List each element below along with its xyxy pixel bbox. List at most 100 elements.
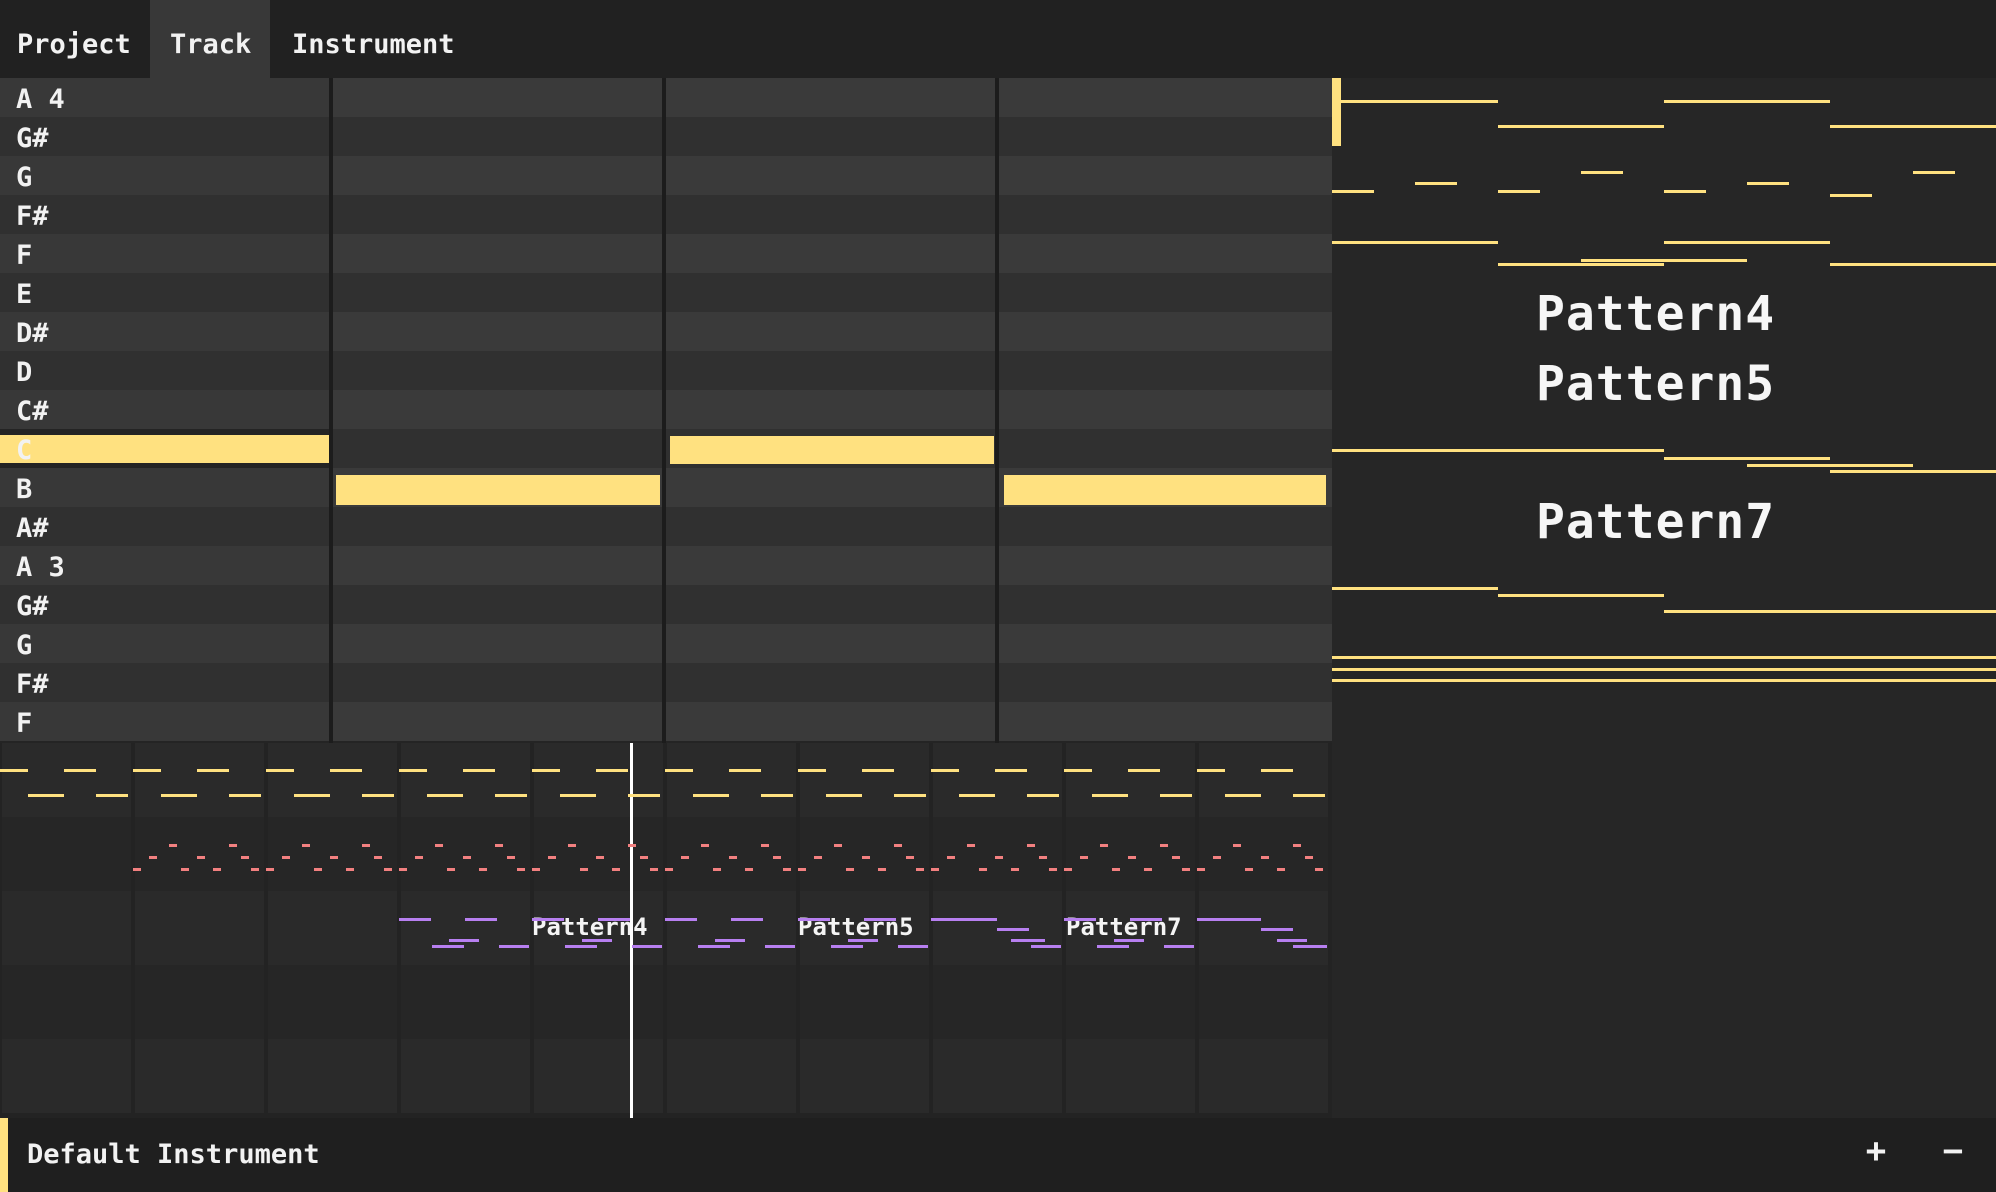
piano-key[interactable]: D — [0, 351, 329, 390]
grid-row[interactable] — [333, 117, 1332, 156]
pattern-cell[interactable] — [135, 743, 264, 817]
menu-instrument[interactable]: Instrument — [292, 0, 455, 78]
song-sequencer[interactable]: Pattern4 Pattern5 Pattern7 — [0, 743, 1332, 1118]
pattern-note-dash — [1315, 868, 1323, 871]
note-block[interactable] — [336, 475, 660, 505]
pattern-note-dash — [28, 794, 64, 797]
grid-row[interactable] — [333, 78, 1332, 117]
pattern-cell[interactable] — [135, 1039, 264, 1113]
pattern-cell[interactable] — [667, 965, 796, 1039]
grid-row[interactable] — [333, 663, 1332, 702]
grid-row[interactable] — [333, 624, 1332, 663]
pattern-cell[interactable] — [800, 965, 929, 1039]
pattern-cell[interactable] — [268, 817, 397, 891]
piano-key[interactable]: A# — [0, 507, 329, 546]
pattern-cell[interactable] — [800, 743, 929, 817]
pattern-cell[interactable] — [1199, 743, 1328, 817]
piano-key[interactable]: G# — [0, 585, 329, 624]
pattern-cell[interactable] — [401, 817, 530, 891]
pattern-cell[interactable] — [2, 1039, 131, 1113]
pattern-cell[interactable] — [401, 965, 530, 1039]
pattern-cell[interactable] — [534, 743, 663, 817]
pattern-note-dash — [783, 868, 791, 871]
pattern-cell[interactable] — [1199, 817, 1328, 891]
pattern-cell[interactable] — [1066, 1039, 1195, 1113]
piano-key[interactable]: G — [0, 156, 329, 195]
pattern-note-dash — [449, 939, 479, 942]
piano-key[interactable]: B — [0, 468, 329, 507]
grid-row[interactable] — [333, 195, 1332, 234]
pattern-note-dash — [761, 844, 769, 847]
pattern-cell[interactable] — [667, 1039, 796, 1113]
menu-project[interactable]: Project — [17, 0, 131, 78]
pattern-cell[interactable] — [1199, 1039, 1328, 1113]
piano-key[interactable]: E — [0, 273, 329, 312]
pattern-cell[interactable] — [401, 891, 530, 965]
pattern-cell[interactable] — [401, 1039, 530, 1113]
piano-key[interactable]: A 3 — [0, 546, 329, 585]
pattern-note-dash — [374, 856, 382, 859]
pattern-cell[interactable] — [933, 1039, 1062, 1113]
pattern-cell[interactable] — [1199, 965, 1328, 1039]
pattern-cell[interactable] — [667, 891, 796, 965]
pattern-cell[interactable] — [2, 891, 131, 965]
piano-key[interactable]: F# — [0, 195, 329, 234]
piano-key[interactable]: D# — [0, 312, 329, 351]
piano-roll[interactable]: A 4 G# G F# F E D# D C# C B A# A 3 G# G F# F — [0, 78, 1332, 743]
pattern-cell[interactable] — [800, 1039, 929, 1113]
pattern-cell[interactable] — [268, 1039, 397, 1113]
pattern-note-dash — [181, 868, 189, 871]
add-button[interactable]: + — [1853, 1128, 1899, 1174]
pattern-cell[interactable] — [534, 965, 663, 1039]
grid-row[interactable] — [333, 351, 1332, 390]
grid-row[interactable] — [333, 273, 1332, 312]
pattern-cell[interactable] — [135, 891, 264, 965]
pattern-cell[interactable] — [667, 743, 796, 817]
piano-key[interactable]: F — [0, 234, 329, 273]
grid-row[interactable] — [333, 156, 1332, 195]
note-block[interactable] — [1004, 475, 1326, 505]
pattern-cell[interactable] — [268, 743, 397, 817]
pattern-cell[interactable] — [1066, 743, 1195, 817]
piano-key[interactable]: G — [0, 624, 329, 663]
instrument-name[interactable]: Default Instrument — [27, 1118, 320, 1192]
grid-row[interactable] — [333, 507, 1332, 546]
pattern-note-dash — [1277, 868, 1285, 871]
pattern-cell[interactable] — [534, 817, 663, 891]
pattern-cell[interactable] — [534, 1039, 663, 1113]
pattern-cell[interactable] — [667, 817, 796, 891]
piano-key[interactable]: F# — [0, 663, 329, 702]
grid-row[interactable] — [333, 702, 1332, 741]
piano-key[interactable]: C — [0, 435, 329, 466]
pattern-note-dash — [1064, 868, 1072, 871]
grid-row[interactable] — [333, 546, 1332, 585]
pattern-cell[interactable] — [268, 965, 397, 1039]
pattern-cell[interactable] — [1066, 965, 1195, 1039]
remove-button[interactable]: − — [1930, 1128, 1976, 1174]
grid-row[interactable] — [333, 312, 1332, 351]
pattern-cell[interactable] — [135, 965, 264, 1039]
pattern-cell[interactable] — [2, 965, 131, 1039]
bar-divider — [662, 78, 666, 743]
pattern-cell[interactable] — [1066, 817, 1195, 891]
pattern-cell[interactable] — [933, 817, 1062, 891]
piano-key[interactable]: G# — [0, 117, 329, 156]
grid-row[interactable] — [333, 585, 1332, 624]
pattern-cell[interactable] — [2, 743, 131, 817]
pattern-cell[interactable] — [2, 817, 131, 891]
pattern-cell[interactable] — [800, 817, 929, 891]
pattern-cell[interactable] — [268, 891, 397, 965]
piano-key[interactable]: A 4 — [0, 78, 329, 117]
pattern-cell[interactable] — [401, 743, 530, 817]
grid-row[interactable] — [333, 390, 1332, 429]
pattern-cell[interactable] — [135, 817, 264, 891]
playhead[interactable] — [630, 743, 633, 1118]
pattern-note-dash — [330, 769, 362, 772]
note-block[interactable] — [670, 436, 994, 464]
piano-key[interactable]: C# — [0, 390, 329, 429]
grid-row[interactable] — [333, 234, 1332, 273]
menu-track[interactable]: Track — [150, 0, 270, 78]
pattern-cell[interactable] — [933, 965, 1062, 1039]
piano-key[interactable]: F — [0, 702, 329, 741]
pattern-cell[interactable] — [933, 743, 1062, 817]
